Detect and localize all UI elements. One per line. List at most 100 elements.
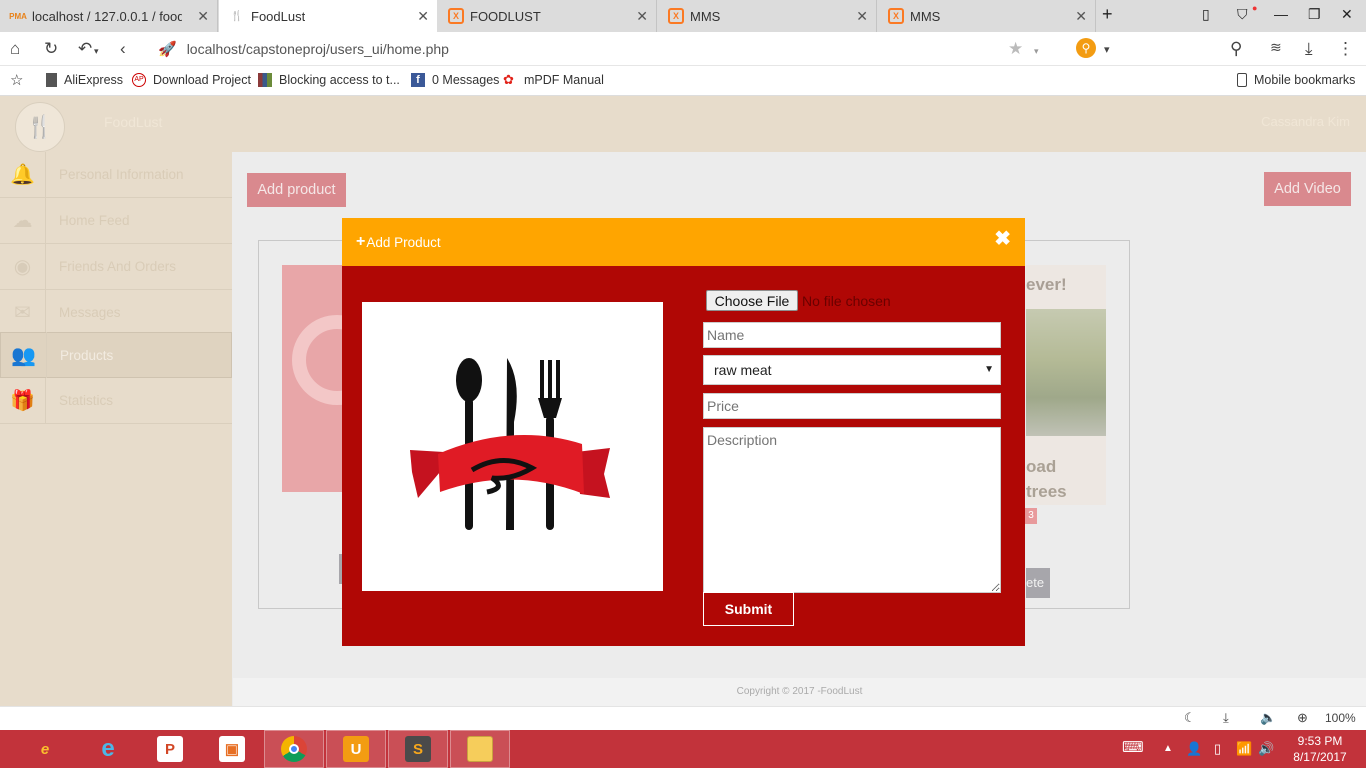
- description-field[interactable]: [703, 427, 1001, 593]
- chevron-down-icon[interactable]: ▾: [94, 46, 99, 57]
- close-icon[interactable]: ✕: [636, 8, 648, 25]
- taskbar-app-file-explorer[interactable]: [450, 730, 510, 768]
- close-icon[interactable]: ✕: [417, 8, 429, 25]
- tab-mms-2[interactable]: X MMS ✕: [878, 0, 1096, 32]
- search-engine-icon[interactable]: ⚲: [1076, 38, 1096, 58]
- address-bar: ⌂ ↻ ↶ ▾ ‹ 🚀 localhost/capstoneproj/users…: [0, 32, 1366, 66]
- category-select[interactable]: raw meat ▼: [703, 355, 1001, 385]
- mobile-icon: [1237, 73, 1247, 87]
- envelope-icon: ✉: [0, 289, 46, 336]
- system-clock[interactable]: 9:53 PM 8/17/2017: [1280, 733, 1360, 765]
- close-icon[interactable]: ✕: [856, 8, 868, 25]
- zoom-icon[interactable]: ⊕: [1297, 710, 1308, 726]
- delete-button[interactable]: ete: [1026, 568, 1050, 598]
- xampp-icon: X: [888, 8, 904, 24]
- shirt-icon[interactable]: ⛉: [1237, 6, 1248, 23]
- huawei-icon: ✿: [503, 72, 514, 87]
- minimize-icon[interactable]: —: [1274, 6, 1288, 22]
- restore-icon[interactable]: ❐: [1308, 6, 1321, 23]
- foodlust-logo[interactable]: 🍴: [15, 102, 65, 152]
- submit-button[interactable]: Submit: [703, 592, 794, 626]
- chevron-up-icon[interactable]: ▲: [1163, 743, 1173, 754]
- xampp-icon: X: [668, 8, 684, 24]
- category-selected-value: raw meat: [714, 362, 772, 378]
- modal-header: + Add Product: [342, 218, 1025, 266]
- undo-icon[interactable]: ↶: [78, 39, 92, 59]
- tab-mms-1[interactable]: X MMS ✕: [658, 0, 877, 32]
- search-icon[interactable]: ⚲: [1230, 39, 1242, 59]
- volume-icon[interactable]: 🔊: [1258, 741, 1274, 757]
- sidebar-item-statistics[interactable]: 🎁 Statistics: [0, 377, 232, 424]
- product-card[interactable]: ever! oad trees: [1026, 265, 1106, 505]
- sidebar-item-friends-and-orders[interactable]: ◉ Friends And Orders: [0, 243, 232, 290]
- people-icon[interactable]: 👤: [1186, 741, 1202, 757]
- bookmark-star-icon[interactable]: ☆: [10, 71, 23, 89]
- bookmark-download-project[interactable]: AP Download Project: [132, 73, 251, 87]
- star-icon[interactable]: ★: [1008, 39, 1023, 59]
- chevron-down-icon[interactable]: ▾: [1104, 43, 1110, 56]
- bookmark-label: AliExpress: [64, 73, 124, 87]
- uc-browser-icon: U: [343, 736, 369, 762]
- reload-icon[interactable]: ↻: [44, 39, 58, 59]
- brand-name[interactable]: FoodLust: [104, 114, 162, 130]
- tab-foodlust[interactable]: 🍴 FoodLust ✕: [219, 0, 437, 32]
- name-field[interactable]: [703, 322, 1001, 348]
- bookmark-aliexpress[interactable]: AliExpress: [46, 73, 123, 87]
- card-headline: ever!: [1026, 275, 1067, 294]
- facebook-icon: f: [411, 73, 425, 87]
- close-icon[interactable]: ✖: [994, 226, 1011, 251]
- url-field[interactable]: 🚀 localhost/capstoneproj/users_ui/home.p…: [158, 37, 1058, 61]
- tab-phpmyadmin[interactable]: PMA localhost / 127.0.0.1 / foodlust ✕: [0, 0, 218, 32]
- home-icon[interactable]: ⌂: [10, 39, 20, 59]
- bookmark-messages[interactable]: f 0 Messages: [411, 73, 499, 87]
- taskbar-app-chrome[interactable]: [264, 730, 324, 768]
- price-field[interactable]: [703, 393, 1001, 419]
- bookmark-blocking-access[interactable]: Blocking access to t...: [258, 73, 400, 87]
- users-icon: 👥: [1, 332, 47, 378]
- sidebar-item-label: Statistics: [59, 393, 114, 408]
- keyboard-icon[interactable]: ⌨: [1122, 738, 1144, 756]
- close-icon[interactable]: ✕: [197, 8, 209, 25]
- taskbar-app-image[interactable]: ▣: [202, 730, 262, 768]
- sidebar-item-label: Personal Information: [59, 167, 184, 182]
- volume-icon[interactable]: 🔈: [1260, 710, 1276, 726]
- sidebar-item-home-feed[interactable]: ☁ Home Feed: [0, 197, 232, 244]
- taskbar-app-powerpoint[interactable]: P: [140, 730, 200, 768]
- product-card-image[interactable]: [282, 265, 382, 492]
- product-image-preview: [362, 302, 663, 591]
- taskbar-app-uc-browser[interactable]: U: [326, 730, 386, 768]
- choose-file-button[interactable]: Choose File: [706, 290, 798, 311]
- tab-foodlust-xampp[interactable]: X FOODLUST ✕: [438, 0, 657, 32]
- user-name[interactable]: Cassandra Kim: [1261, 114, 1350, 129]
- back-icon[interactable]: ‹: [120, 39, 126, 59]
- close-icon[interactable]: ✕: [1075, 8, 1087, 25]
- taskbar-app-internet-explorer[interactable]: e: [78, 730, 138, 768]
- sidebar-item-products[interactable]: 👥 Products: [0, 332, 232, 378]
- sidebar-item-personal-information[interactable]: 🔔 Personal Information: [0, 151, 232, 198]
- chevron-down-icon[interactable]: ▾: [1034, 46, 1039, 57]
- window-close-icon[interactable]: ✕: [1341, 6, 1353, 23]
- add-product-button[interactable]: Add product: [247, 173, 346, 207]
- taskbar-app-edge-legacy[interactable]: e: [15, 730, 75, 768]
- browser-status-bar: ☾ ⤓ 🔈 ⊕ 100%: [0, 706, 1366, 730]
- download-icon[interactable]: ⤓: [1223, 710, 1229, 726]
- mobile-bookmarks[interactable]: Mobile bookmarks: [1237, 73, 1355, 87]
- sidebar-toggle-icon[interactable]: ▯: [1202, 6, 1210, 23]
- download-icon[interactable]: ⤓: [1305, 39, 1313, 59]
- add-video-button[interactable]: Add Video: [1264, 172, 1351, 206]
- night-mode-icon[interactable]: ☾: [1184, 710, 1196, 726]
- books-icon: [258, 73, 272, 87]
- zoom-level[interactable]: 100%: [1325, 711, 1356, 725]
- bookmark-mpdf-manual[interactable]: ✿ mPDF Manual: [503, 72, 604, 88]
- ap-icon: AP: [132, 73, 146, 87]
- taskbar-app-sublime-text[interactable]: S: [388, 730, 448, 768]
- wifi-icon[interactable]: ≋: [1270, 39, 1282, 56]
- xampp-icon: X: [448, 8, 464, 24]
- chevron-down-icon: ▼: [984, 364, 994, 375]
- battery-icon[interactable]: ▯: [1214, 741, 1221, 757]
- new-tab-icon[interactable]: +: [1102, 4, 1113, 25]
- network-icon[interactable]: 📶: [1236, 741, 1252, 757]
- sidebar-item-messages[interactable]: ✉ Messages: [0, 289, 232, 336]
- menu-icon[interactable]: ⋮: [1337, 39, 1354, 59]
- file-status-text: No file chosen: [802, 293, 891, 309]
